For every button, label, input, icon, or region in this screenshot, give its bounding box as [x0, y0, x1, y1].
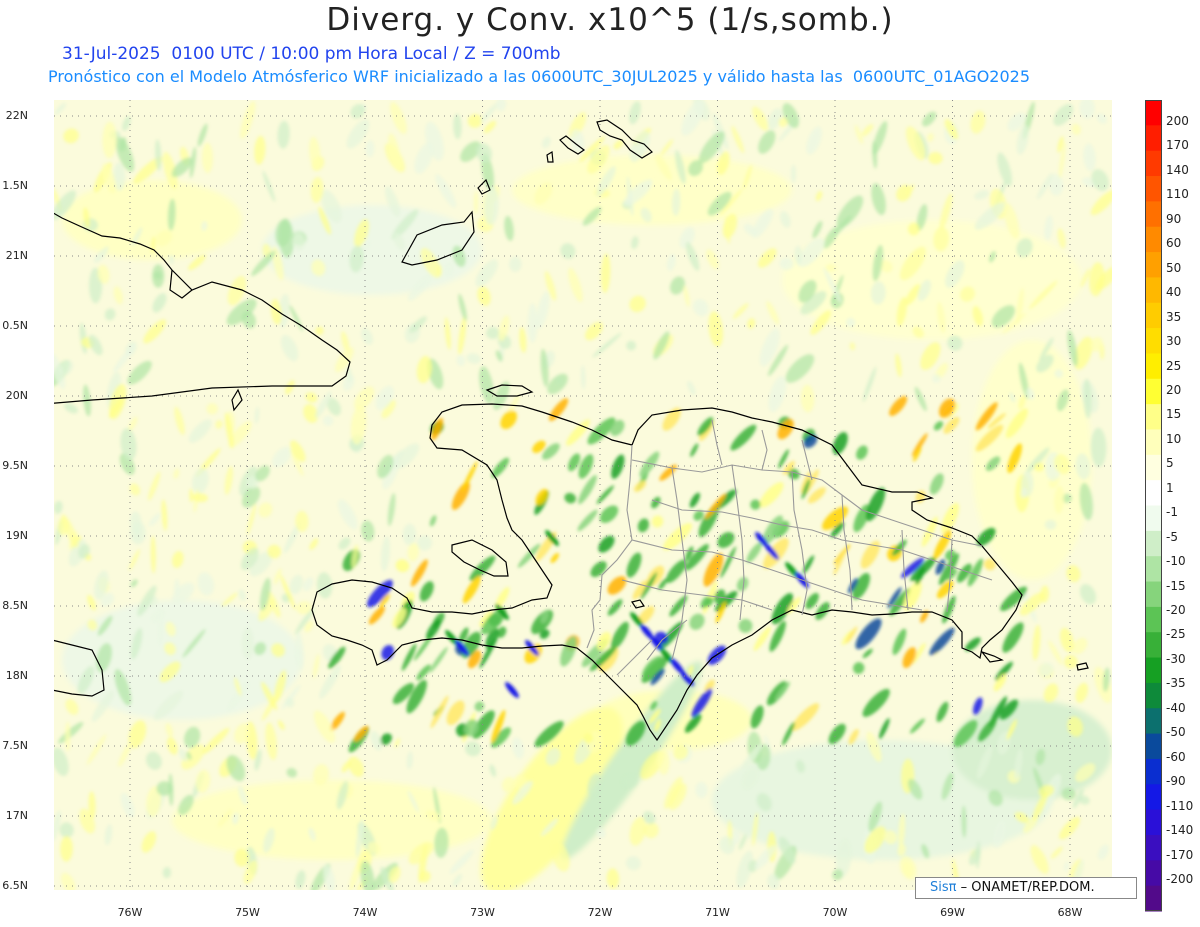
lon-label: 75W [235, 906, 260, 919]
colorbar-swatch [1145, 682, 1162, 709]
colorbar-label: -1 [1166, 505, 1178, 520]
lat-label: 20N [5, 389, 28, 402]
colorbar-label: -5 [1166, 529, 1178, 544]
model-info-subtitle: Pronóstico con el Modelo Atmósferico WRF… [48, 67, 1031, 86]
colorbar-label: -10 [1166, 554, 1186, 569]
colorbar-swatch [1145, 353, 1162, 380]
colorbar-label: 140 [1166, 162, 1189, 177]
colorbar-label: 15 [1166, 407, 1182, 422]
lon-label: 70W [822, 906, 848, 919]
lat-label: 7.5N [2, 739, 28, 752]
colorbar-label: -15 [1166, 578, 1186, 593]
colorbar-label: 30 [1166, 334, 1182, 349]
colorbar-label: 5 [1166, 456, 1174, 471]
colorbar-label: 20 [1166, 382, 1182, 397]
lat-label: 19N [5, 529, 28, 542]
colorbar-label: 110 [1166, 187, 1189, 202]
colorbar-swatch [1145, 556, 1162, 583]
colorbar-swatch [1145, 150, 1162, 177]
lat-label: 1.5N [2, 179, 28, 192]
colorbar-swatch [1145, 530, 1162, 557]
colorbar-label: -110 [1166, 798, 1194, 813]
colorbar-swatch [1145, 176, 1162, 202]
colorbar-label: -200 [1166, 871, 1194, 886]
colorbar [1145, 100, 1162, 912]
map-title: Diverg. y Conv. x10^5 (1/s,somb.) [326, 2, 894, 38]
colorbar-swatch [1145, 328, 1162, 354]
lat-label: 6.5N [2, 879, 28, 892]
credit-text: – ONAMET/REP.DOM. [960, 880, 1095, 895]
colorbar-label: 170 [1166, 138, 1189, 153]
colorbar-swatch [1145, 480, 1162, 506]
colorbar-swatch [1145, 834, 1162, 861]
colorbar-label: 50 [1166, 260, 1182, 275]
colorbar-swatch [1145, 860, 1162, 887]
lon-label: 68W [1057, 906, 1083, 919]
colorbar-swatch [1145, 581, 1162, 608]
lon-label: 76W [117, 906, 143, 919]
colorbar-swatch [1145, 226, 1162, 253]
colorbar-swatch [1145, 378, 1162, 405]
credit-box: Sisπ – ONAMET/REP.DOM. [915, 877, 1137, 899]
colorbar-label: -30 [1166, 651, 1186, 666]
colorbar-label: -60 [1166, 749, 1186, 764]
divergence-field-map [32, 100, 1137, 900]
colorbar-swatch [1145, 100, 1162, 126]
forecast-time-subtitle: 31-Jul-2025 0100 UTC / 10:00 pm Hora Loc… [62, 44, 561, 64]
colorbar-label: 25 [1166, 358, 1182, 373]
colorbar-swatch [1145, 885, 1162, 912]
colorbar-label: -170 [1166, 847, 1194, 862]
map-panel [32, 100, 1137, 900]
lat-label: 9.5N [2, 459, 28, 472]
colorbar-swatch [1145, 606, 1162, 633]
colorbar-label: 90 [1166, 211, 1182, 226]
colorbar-swatch [1145, 632, 1162, 659]
lon-label: 69W [940, 906, 965, 919]
lat-label: 0.5N [2, 319, 28, 332]
lat-label: 17N [5, 809, 28, 822]
colorbar-label: 10 [1166, 431, 1182, 446]
colorbar-swatch [1145, 809, 1162, 836]
colorbar-label: -90 [1166, 774, 1186, 789]
colorbar-swatch [1145, 429, 1162, 456]
colorbar-label: 60 [1166, 236, 1182, 251]
colorbar-swatch [1145, 657, 1162, 684]
lon-label: 73W [470, 906, 495, 919]
lat-label: 22N [5, 109, 28, 122]
lat-label: 18N [5, 669, 28, 682]
colorbar-label: -140 [1166, 823, 1194, 838]
colorbar-swatch [1145, 454, 1162, 481]
colorbar-swatch [1145, 784, 1162, 811]
lon-label: 71W [705, 906, 730, 919]
colorbar-swatch [1145, 733, 1162, 760]
colorbar-label: -35 [1166, 676, 1186, 691]
colorbar-label: -50 [1166, 725, 1186, 740]
colorbar-swatch [1145, 404, 1162, 430]
colorbar-swatch [1145, 277, 1162, 304]
colorbar-label: 200 [1166, 114, 1189, 128]
colorbar-swatch [1145, 201, 1162, 228]
colorbar-swatch [1145, 125, 1162, 152]
colorbar-swatch [1145, 505, 1162, 532]
colorbar-swatch [1145, 758, 1162, 785]
lon-label: 74W [352, 906, 378, 919]
lat-label: 8.5N [2, 599, 28, 612]
colorbar-label: -20 [1166, 603, 1186, 617]
colorbar-swatch [1145, 252, 1162, 278]
colorbar-label: 1 [1166, 480, 1174, 495]
colorbar-label: -25 [1166, 627, 1186, 642]
colorbar-swatch [1145, 302, 1162, 329]
colorbar-label: 40 [1166, 285, 1182, 300]
colorbar-label: 35 [1166, 309, 1182, 324]
colorbar-swatch [1145, 708, 1162, 735]
lat-label: 21N [5, 249, 28, 262]
credit-brand: Sisπ [930, 880, 957, 895]
colorbar-label: -40 [1166, 700, 1186, 715]
lon-label: 72W [587, 906, 613, 919]
